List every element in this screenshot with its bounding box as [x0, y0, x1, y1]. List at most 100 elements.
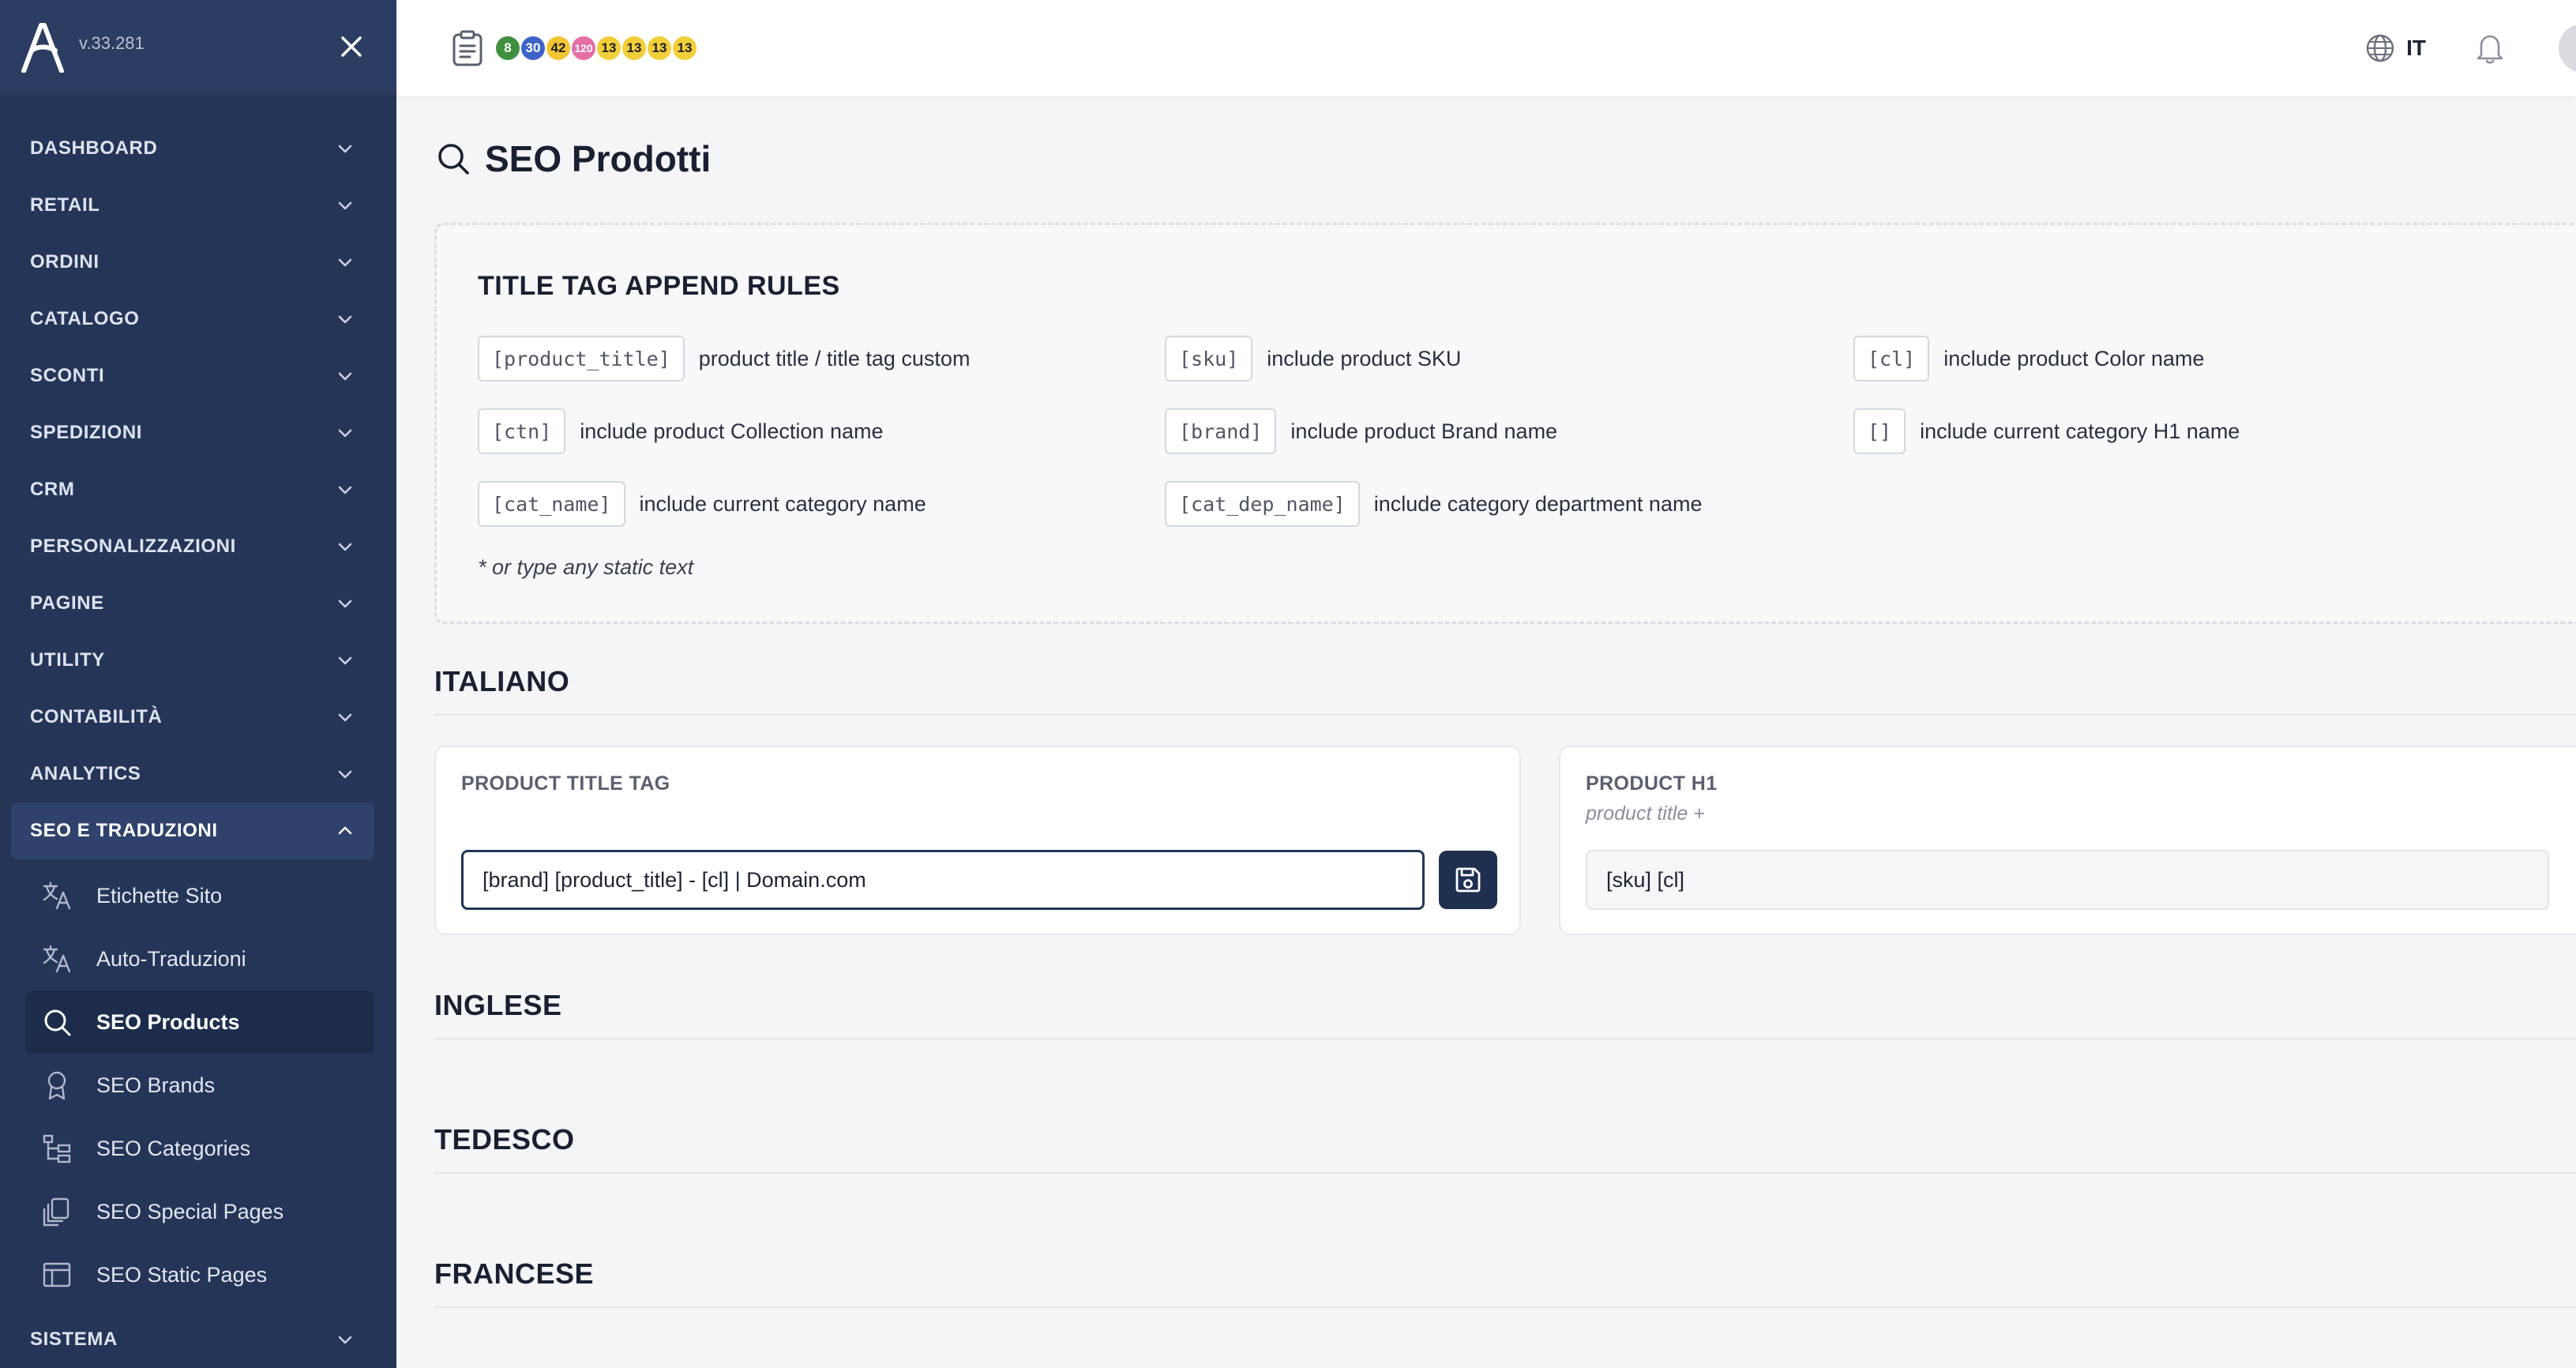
save-button[interactable] [1439, 851, 1497, 909]
sidebar-item-seo-static-pages[interactable]: SEO Static Pages [0, 1243, 396, 1306]
rule-code: [cl] [1853, 336, 1930, 381]
nav-item-catalogo[interactable]: CATALOGO [0, 291, 396, 348]
rule-item: [brand] include product Brand name [1165, 408, 1557, 454]
nav-item-label: SCONTI [30, 365, 105, 386]
nav-item-contabilita[interactable]: CONTABILITÀ [0, 689, 396, 746]
nav-item-label: SEO E TRADUZIONI [30, 820, 218, 841]
sidebar-item-label: Auto-Traduzioni [96, 946, 246, 971]
count-badge[interactable]: 13 [671, 35, 698, 62]
sidebar-item-label: SEO Products [96, 1009, 240, 1034]
chevron-down-icon [338, 372, 352, 381]
count-badge[interactable]: 8 [494, 35, 521, 62]
rule-code: [cat_name] [478, 481, 625, 527]
rule-code: [sku] [1165, 336, 1253, 381]
nav-item-label: SPEDIZIONI [30, 422, 143, 443]
nav-item-pagine[interactable]: PAGINE [0, 575, 396, 632]
section-inglese: INGLESE [434, 989, 2576, 1039]
h1-label: PRODUCT H1 [1586, 772, 1718, 795]
sidebar-item-label: SEO Special Pages [96, 1199, 284, 1223]
chevron-down-icon [338, 770, 352, 779]
sidebar-item-auto-traduzioni[interactable]: Auto-Traduzioni [0, 927, 396, 990]
count-badge[interactable]: 13 [621, 35, 648, 62]
rules-note: * or type any static text [478, 555, 694, 579]
title-tag-rules: TITLE TAG APPEND RULES [product_title] p… [434, 223, 2576, 624]
chevron-down-icon [338, 713, 352, 722]
nav-item-label: DASHBOARD [30, 137, 158, 159]
save-icon [1455, 867, 1481, 893]
nav-item-utility[interactable]: UTILITY [0, 632, 396, 689]
rule-desc: include product Color name [1943, 346, 2205, 370]
rule-desc: include product Brand name [1290, 419, 1558, 443]
nav-item-sistema[interactable]: SISTEMA [0, 1311, 396, 1368]
count-badge[interactable]: 13 [595, 35, 622, 62]
seo-submenu: Etichette Sito Auto-Traduzioni SEO Produ… [0, 859, 396, 1311]
nav-item-label: ORDINI [30, 251, 100, 272]
chevron-down-icon [338, 315, 352, 324]
nav-item-crm[interactable]: CRM [0, 461, 396, 518]
count-badge[interactable]: 120 [570, 35, 597, 62]
rule-desc: include product Collection name [580, 419, 884, 443]
rule-code: [cat_dep_name] [1165, 481, 1360, 527]
translate-icon [43, 945, 71, 973]
nav-item-personalizzazioni[interactable]: PERSONALIZZAZIONI [0, 518, 396, 575]
bell-icon[interactable] [2475, 32, 2505, 65]
nav-item-label: RETAIL [30, 194, 100, 216]
rule-item: [cat_name] include current category name [478, 481, 926, 527]
chevron-down-icon [338, 1336, 352, 1344]
nav-item-ordini[interactable]: ORDINI [0, 234, 396, 291]
sidebar-item-seo-products[interactable]: SEO Products [25, 990, 374, 1054]
nav-item-label: CRM [30, 479, 75, 500]
globe-icon[interactable] [2365, 33, 2395, 63]
nav-item-dashboard[interactable]: DASHBOARD [0, 120, 396, 177]
topbar-right: IT [2365, 0, 2576, 96]
nav-item-label: PAGINE [30, 592, 104, 614]
sidebar-nav: DASHBOARD RETAIL ORDINI CATALOGO SCONTI … [0, 0, 396, 1368]
sidebar-item-seo-special-pages[interactable]: SEO Special Pages [0, 1180, 396, 1243]
copy-icon [43, 1197, 69, 1227]
notification-badges: 8 30 42 120 13 13 13 13 [494, 35, 698, 62]
sidebar: v.33.281 DASHBOARD RETAIL ORDINI CATALOG… [0, 0, 396, 1368]
nav-item-seo-traduzioni[interactable]: SEO E TRADUZIONI [11, 802, 374, 859]
sidebar-item-label: SEO Static Pages [96, 1262, 268, 1287]
nav-item-label: UTILITY [30, 649, 105, 671]
rule-item: [cat_dep_name] include category departme… [1165, 481, 1702, 527]
count-badge[interactable]: 42 [545, 35, 572, 62]
count-badge[interactable]: 30 [520, 35, 546, 62]
title-tag-input[interactable]: [brand] [product_title] - [cl] | Domain.… [461, 850, 1425, 910]
nav-item-spedizioni[interactable]: SPEDIZIONI [0, 404, 396, 461]
rule-desc: product title / title tag custom [698, 346, 971, 370]
clipboard-icon[interactable] [450, 29, 485, 67]
h1-input[interactable]: [sku] [cl] [1586, 850, 2549, 910]
award-icon [47, 1071, 66, 1100]
nav-item-retail[interactable]: RETAIL [0, 177, 396, 234]
rule-item: [sku] include product SKU [1165, 336, 1461, 381]
rule-item: [cl] include product Color name [1853, 336, 2204, 381]
search-icon [438, 144, 469, 175]
topbar: 8 30 42 120 13 13 13 13 IT [396, 0, 2576, 96]
section-italiano: ITALIANO [434, 665, 2576, 716]
sidebar-item-seo-categories[interactable]: SEO Categories [0, 1117, 396, 1180]
section-tedesco: TEDESCO [434, 1123, 2576, 1174]
nav-item-sconti[interactable]: SCONTI [0, 348, 396, 404]
nav-item-label: ANALYTICS [30, 763, 141, 784]
chevron-down-icon [338, 258, 352, 267]
title-tag-label: PRODUCT TITLE TAG [461, 772, 670, 795]
sidebar-item-label: Etichette Sito [96, 883, 223, 908]
layout-icon [43, 1262, 71, 1287]
page-title-text: SEO Prodotti [485, 138, 712, 179]
chevron-down-icon [338, 599, 352, 608]
nav-item-analytics[interactable]: ANALYTICS [0, 746, 396, 802]
rule-desc: include category department name [1373, 491, 1703, 516]
language-selector[interactable]: IT [2406, 36, 2426, 61]
rule-item: [ctn] include product Collection name [478, 408, 884, 454]
count-badge[interactable]: 13 [646, 35, 673, 62]
sidebar-item-etichette-sito[interactable]: Etichette Sito [0, 864, 396, 927]
chevron-down-icon [338, 201, 352, 210]
sidebar-item-seo-brands[interactable]: SEO Brands [0, 1054, 396, 1117]
nav-item-label: CONTABILITÀ [30, 706, 163, 727]
chevron-down-icon [338, 656, 352, 665]
avatar[interactable] [2559, 24, 2576, 73]
section-francese: FRANCESE [434, 1257, 2576, 1308]
nav-item-label: SISTEMA [30, 1329, 118, 1350]
page-title: SEO Prodotti [436, 137, 711, 180]
